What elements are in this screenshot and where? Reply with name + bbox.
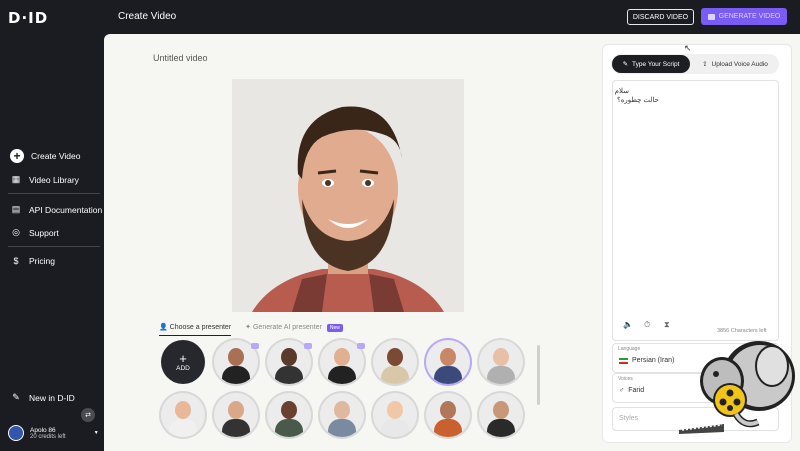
sidebar-item-label: New in D-ID: [29, 392, 75, 403]
presenter-tabs: 👤 Choose a presenter ✦ Generate AI prese…: [159, 323, 343, 336]
top-bar: D·ID Create Video DISCARD VIDEO GENERATE…: [0, 0, 800, 34]
presenter-thumbnail[interactable]: [214, 393, 258, 437]
sidebar-item-label: Support: [29, 227, 59, 238]
voices-label: Voices: [618, 376, 633, 382]
tab-generate-ai-presenter[interactable]: ✦ Generate AI presenter New: [245, 323, 343, 336]
characters-left: 3856 Characters left: [717, 328, 767, 334]
grid-icon: ▦: [11, 174, 21, 184]
presenter-grid-scrollbar[interactable]: [537, 345, 540, 405]
page-title: Create Video: [118, 11, 177, 22]
presenter-thumbnail[interactable]: [267, 393, 311, 437]
presenter-thumbnail[interactable]: [479, 340, 523, 384]
pencil-icon: ✎: [622, 61, 629, 68]
sidebar-item-support[interactable]: ◎ Support: [10, 227, 59, 238]
main-canvas: Untitled video 👤 Choose a presenter ✦ Ge…: [104, 34, 590, 451]
presenter-preview: [232, 79, 464, 312]
presenter-thumbnail[interactable]: [373, 340, 417, 384]
iran-flag-icon: [619, 357, 628, 364]
presenter-thumbnail[interactable]: [161, 393, 205, 437]
elephant-mascot-icon: [679, 341, 795, 434]
male-icon: ♂: [619, 387, 625, 394]
sidebar-item-create-video[interactable]: + Create Video: [10, 149, 80, 163]
presenter-thumbnail[interactable]: [373, 393, 417, 437]
user-name: Apolo 86: [30, 426, 56, 434]
language-label: Language: [618, 346, 641, 352]
plus-icon: +: [179, 350, 187, 366]
styles-placeholder: Styles: [619, 415, 639, 422]
voice-preview-icon[interactable]: 🔈: [623, 320, 633, 329]
sidebar-item-label: API Documentation: [29, 204, 103, 215]
intonation-icon[interactable]: ⧗: [664, 320, 670, 330]
chat-icon: [707, 13, 715, 20]
did-logo[interactable]: D·ID: [8, 9, 48, 27]
presenter-thumbnail[interactable]: [479, 393, 523, 437]
tab-label: Choose a presenter: [169, 324, 232, 331]
new-badge: New: [326, 324, 343, 332]
pause-icon[interactable]: ⏱: [644, 320, 650, 330]
sidebar-item-api-documentation[interactable]: ▤ API Documentation: [10, 204, 103, 215]
add-presenter-button[interactable]: + ADD: [161, 340, 205, 384]
tab-label: Generate AI presenter: [252, 324, 322, 331]
plus-circle-icon: +: [10, 149, 24, 163]
sidebar-divider: [8, 193, 100, 194]
discard-video-button[interactable]: DISCARD VIDEO: [627, 9, 694, 25]
tab-type-your-script[interactable]: ✎ Type Your Script: [612, 55, 690, 73]
sidebar-divider: [8, 246, 100, 247]
upload-icon: ⇪: [702, 61, 708, 68]
avatar: [8, 425, 24, 441]
sidebar-item-new-in-did[interactable]: ✎ New in D-ID: [10, 392, 75, 403]
presenter-grid: + ADD: [159, 339, 539, 451]
caret-down-icon: ▼: [93, 430, 99, 436]
swap-icon[interactable]: ⇄: [81, 408, 95, 422]
voice-value: Farid: [628, 387, 645, 394]
presenter-portrait: [232, 79, 464, 312]
tab-label: Type Your Script: [632, 60, 680, 68]
ai-badge-icon: [304, 343, 312, 349]
script-textarea[interactable]: [612, 80, 779, 341]
sidebar-item-label: Create Video: [31, 151, 81, 161]
document-icon: ▤: [11, 204, 21, 214]
sidebar-item-video-library[interactable]: ▦ Video Library: [10, 174, 79, 185]
sidebar-item-pricing[interactable]: $ Pricing: [10, 256, 55, 266]
sidebar-item-label: Video Library: [29, 174, 79, 185]
sidebar: [0, 34, 104, 451]
megaphone-icon: ✎: [12, 392, 20, 402]
generate-video-button[interactable]: GENERATE VIDEO: [701, 8, 787, 25]
person-icon: 👤: [159, 324, 168, 331]
tab-label: Upload Voice Audio: [711, 60, 768, 68]
sidebar-item-label: Pricing: [29, 256, 55, 266]
script-line: سلام: [614, 88, 629, 95]
presenter-thumbnail[interactable]: [426, 340, 470, 384]
presenter-thumbnail[interactable]: [320, 393, 364, 437]
presenter-thumbnail[interactable]: [426, 393, 470, 437]
ai-badge-icon: [357, 343, 365, 349]
video-title[interactable]: Untitled video: [153, 53, 208, 63]
lifebuoy-icon: ◎: [12, 227, 20, 237]
user-credits: 20 credits left: [30, 433, 66, 440]
add-label: ADD: [176, 364, 190, 372]
tab-choose-presenter[interactable]: 👤 Choose a presenter: [159, 323, 232, 336]
generate-video-label: GENERATE VIDEO: [718, 13, 781, 20]
mouse-cursor-icon: ↖: [684, 43, 692, 53]
sparkle-icon: ✦: [245, 324, 252, 331]
script-line: حالت چطوره؟: [617, 97, 659, 104]
dollar-icon: $: [13, 256, 19, 266]
user-account[interactable]: Apolo 86 20 credits left ▼: [8, 425, 99, 441]
language-value: Persian (Iran): [632, 357, 675, 364]
ai-badge-icon: [251, 343, 259, 349]
tab-upload-voice-audio[interactable]: ⇪ Upload Voice Audio: [693, 55, 777, 73]
